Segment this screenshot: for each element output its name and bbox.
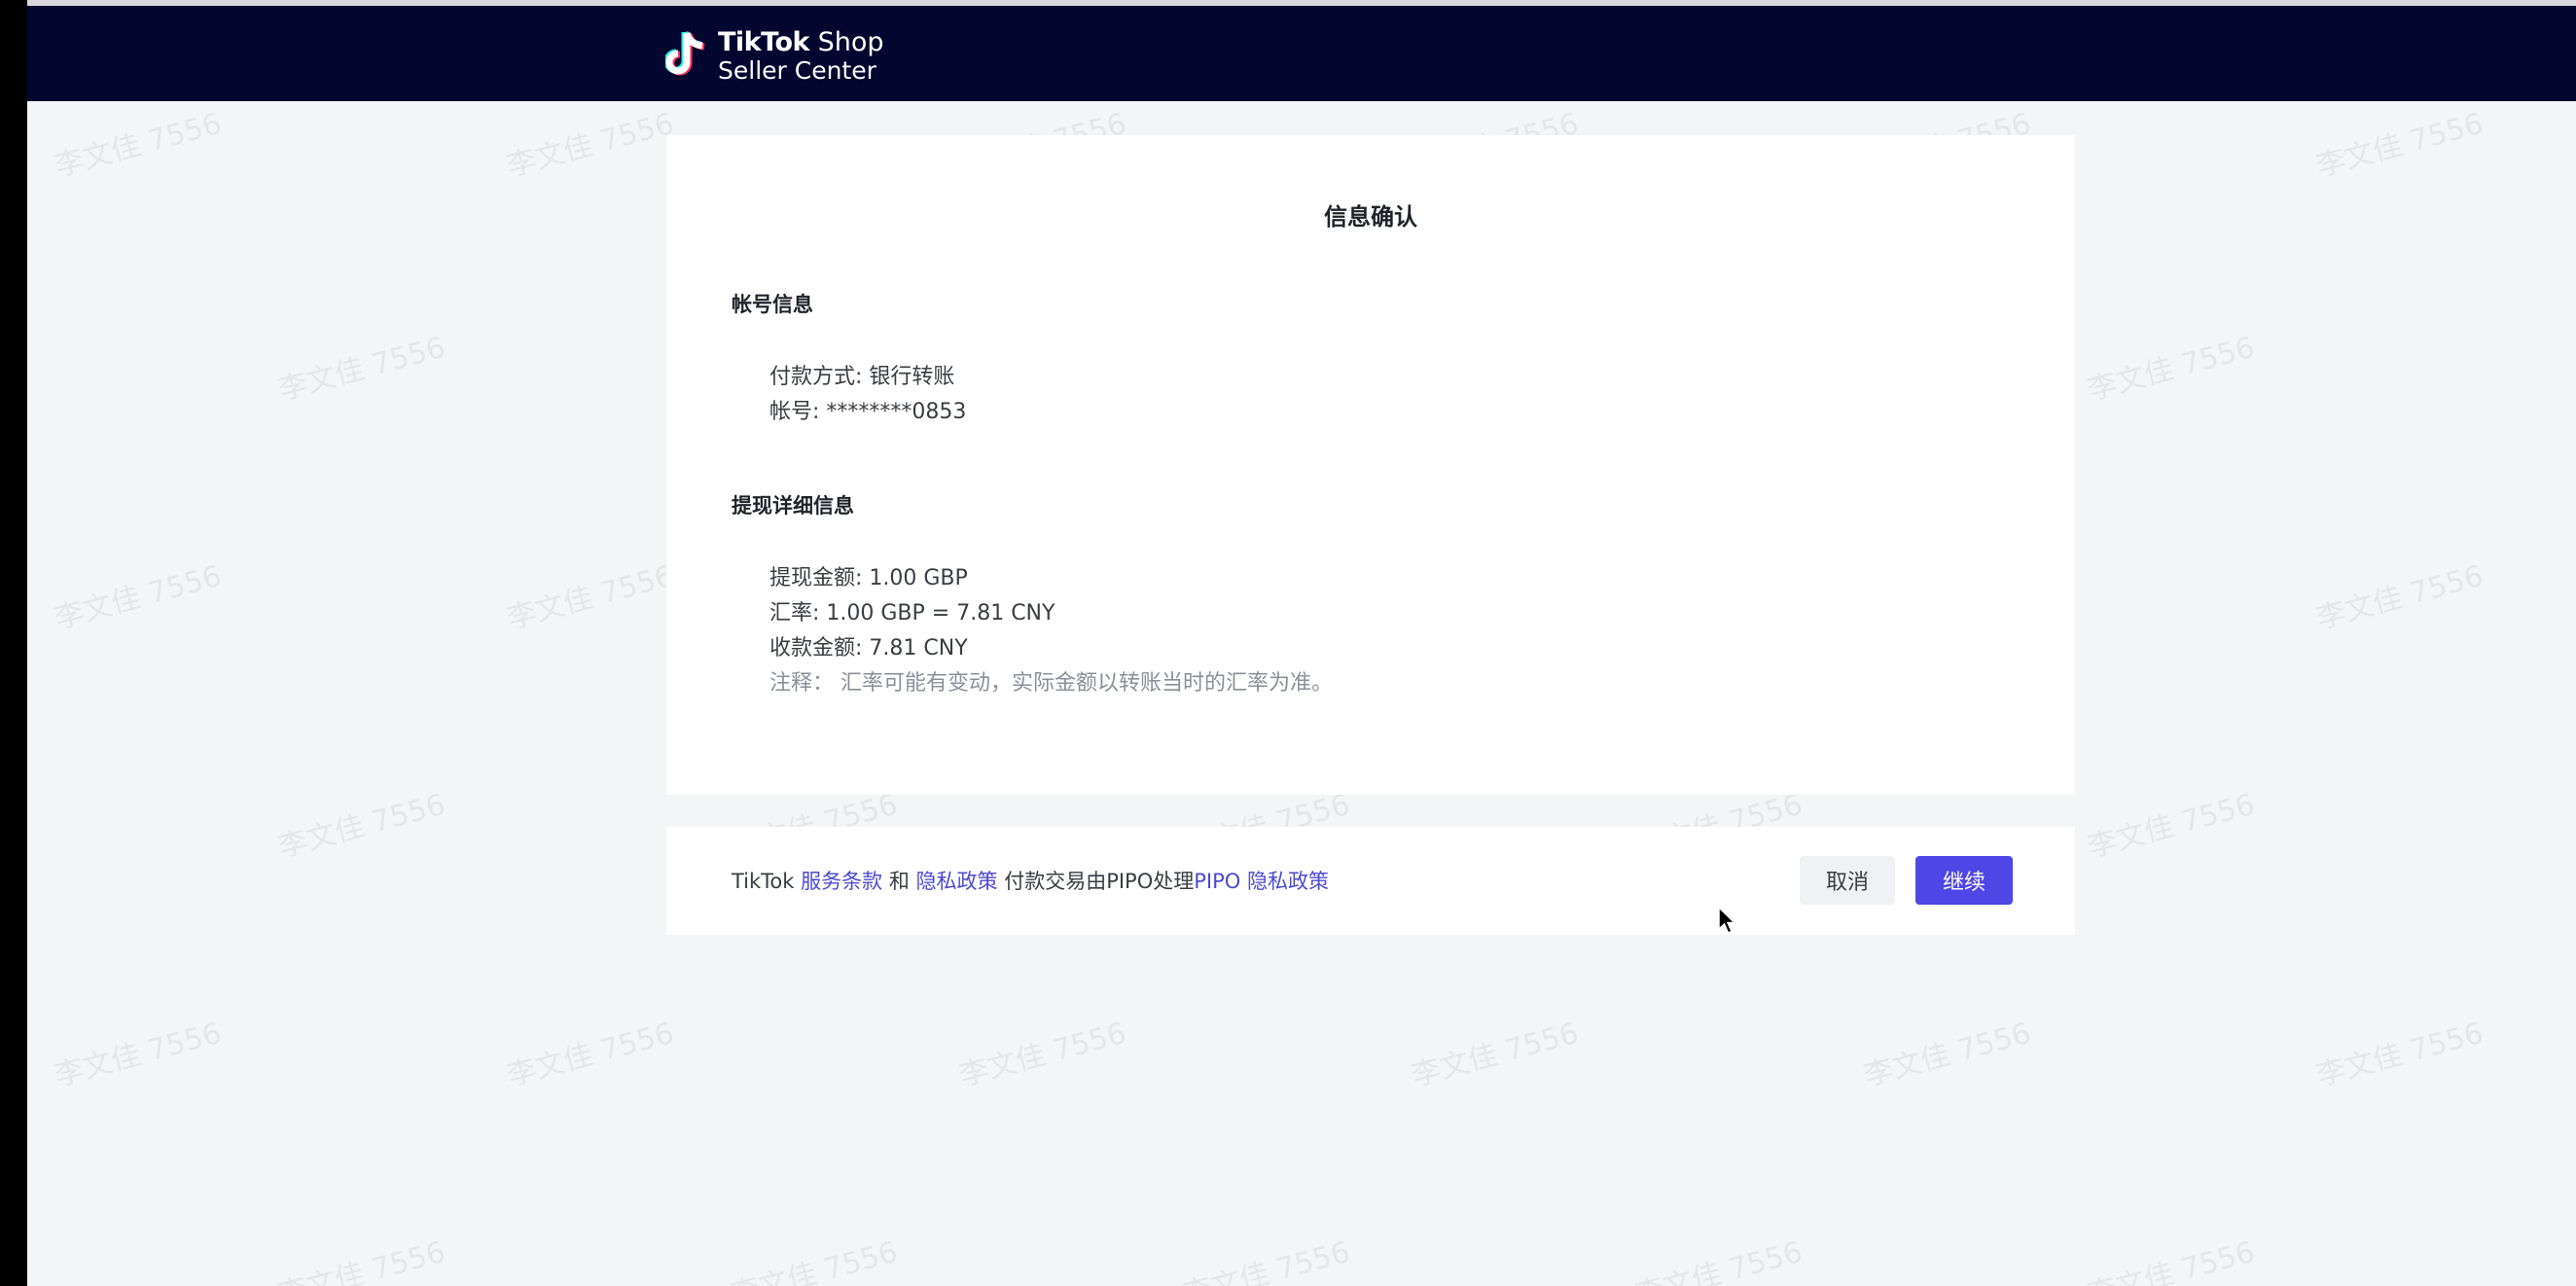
terms-of-service-link[interactable]: 服务条款 (801, 870, 882, 893)
watermark: 李文佳 7556 (2312, 106, 2487, 185)
logo-brand-light: Shop (817, 26, 884, 57)
payment-method-text: 付款方式: 银行转账 (769, 365, 955, 389)
watermark: 李文佳 7556 (274, 1234, 449, 1286)
account-number-text: 帐号: ********0853 (769, 400, 967, 424)
watermark: 李文佳 7556 (1860, 1016, 2035, 1094)
logo-subtitle: Seller Center (718, 55, 877, 85)
watermark: 李文佳 7556 (2084, 330, 2259, 409)
page-title: 信息确认 (1324, 203, 1417, 231)
legal-text: TikTok 服务条款 和 隐私政策 付款交易由PIPO处理PIPO 隐私政策 (732, 866, 1329, 895)
watermark: 李文佳 7556 (274, 330, 449, 409)
exchange-note-text: 注释： 汇率可能有变动，实际金额以转账当时的汇率为准。 (769, 671, 1333, 696)
top-nav-bar: TikTok Shop Seller Center (27, 6, 2576, 101)
watermark: 李文佳 7556 (2312, 558, 2487, 637)
watermark: 李文佳 7556 (955, 1016, 1130, 1094)
tiktok-shop-logo[interactable]: TikTok Shop Seller Center (665, 25, 883, 86)
watermark: 李文佳 7556 (1408, 1016, 1583, 1094)
watermark: 李文佳 7556 (2312, 1016, 2487, 1094)
tiktok-note-icon (665, 29, 708, 82)
confirmation-card: 信息确认 帐号信息 付款方式: 银行转账 帐号: ********0853 提现… (666, 135, 2075, 795)
pipo-processing-text: 付款交易由PIPO处理 (1004, 870, 1195, 893)
continue-button[interactable]: 继续 (1915, 856, 2013, 905)
watermark: 李文佳 7556 (503, 558, 678, 637)
withdraw-details-heading: 提现详细信息 (732, 494, 854, 518)
action-footer: TikTok 服务条款 和 隐私政策 付款交易由PIPO处理PIPO 隐私政策 … (666, 827, 2075, 935)
exchange-rate-text: 汇率: 1.00 GBP = 7.81 CNY (769, 601, 1055, 625)
watermark: 李文佳 7556 (503, 106, 678, 185)
watermark: 李文佳 7556 (2084, 1234, 2259, 1286)
watermark: 李文佳 7556 (51, 106, 226, 185)
watermark: 李文佳 7556 (727, 1234, 902, 1286)
watermark: 李文佳 7556 (51, 1016, 226, 1094)
withdraw-amount-text: 提现金额: 1.00 GBP (769, 566, 968, 590)
privacy-policy-link[interactable]: 隐私政策 (916, 870, 998, 893)
watermark: 李文佳 7556 (51, 558, 226, 637)
received-amount-text: 收款金额: 7.81 CNY (769, 636, 968, 661)
watermark: 李文佳 7556 (1179, 1234, 1354, 1286)
watermark: 李文佳 7556 (1631, 1234, 1807, 1286)
watermark: 李文佳 7556 (274, 787, 449, 866)
mouse-cursor-icon (1718, 906, 1737, 940)
watermark: 李文佳 7556 (503, 1016, 678, 1094)
legal-prefix: TikTok (732, 870, 795, 893)
logo-brand-bold: TikTok (718, 26, 809, 57)
pipo-privacy-link[interactable]: PIPO 隐私政策 (1194, 870, 1329, 893)
watermark: 李文佳 7556 (2084, 787, 2259, 866)
account-info-heading: 帐号信息 (732, 293, 813, 316)
left-black-strip (0, 0, 27, 1286)
cancel-button[interactable]: 取消 (1800, 856, 1895, 905)
legal-and: 和 (888, 870, 910, 893)
